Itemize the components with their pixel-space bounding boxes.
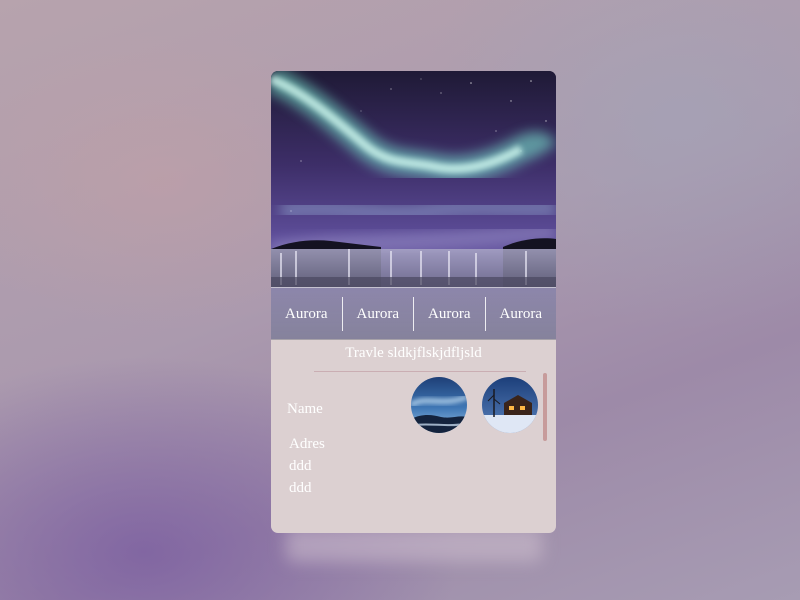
card-content: Travle sldkjflskjdfljsld Name Adres ddd … [271,339,556,533]
divider [314,371,526,372]
tab-aurora-3[interactable]: Aurora [413,297,485,331]
thumbnail-snowy-cabin[interactable] [482,377,538,433]
card-shadow [286,528,542,562]
tab-aurora-2[interactable]: Aurora [341,297,414,331]
travel-card: Aurora Aurora Aurora Aurora Travle sldkj… [271,71,556,533]
snowy-cabin-photo [482,377,538,433]
tab-bar: Aurora Aurora Aurora Aurora [271,287,556,340]
address-label: Adres [289,436,325,452]
scrollbar[interactable] [543,373,547,441]
address-block: Adres ddd ddd [289,433,325,499]
tab-aurora-4[interactable]: Aurora [484,297,557,331]
tab-aurora-1[interactable]: Aurora [271,297,342,331]
aurora-lake-photo [411,377,467,433]
address-line-2: ddd [289,480,312,496]
name-label: Name [287,401,323,417]
thumbnail-aurora-lake[interactable] [411,377,467,433]
travel-subtitle: Travle sldkjflskjdfljsld [345,345,482,361]
address-line-1: ddd [289,458,312,474]
